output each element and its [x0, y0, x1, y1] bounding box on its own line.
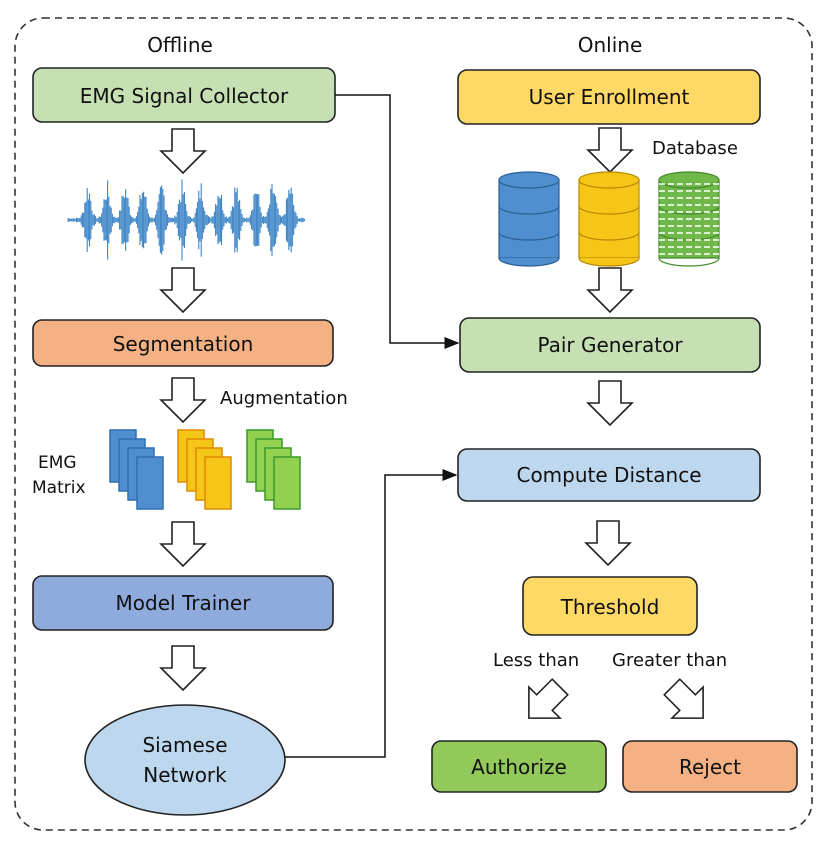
emg-waveform — [67, 179, 305, 261]
database-icons — [498, 171, 720, 267]
svg-text:Authorize: Authorize — [471, 755, 567, 779]
threshold-box: Threshold — [522, 576, 698, 636]
compute-distance-box: Compute Distance — [457, 448, 761, 502]
database-icon — [658, 171, 720, 267]
emg-signal-collector-box: EMG Signal Collector — [32, 67, 336, 123]
emg-matrix-stacks — [109, 429, 301, 510]
emg-matrix-label: Matrix — [32, 478, 86, 498]
greater-than-label: Greater than — [612, 650, 727, 671]
down-left-arrow-icon — [512, 670, 577, 735]
matrix-sheet — [204, 456, 232, 510]
online-label: Online — [578, 33, 643, 57]
emg-matrix-label: EMG — [38, 453, 77, 473]
down-arrow-icon — [587, 127, 633, 173]
collector-to-pair-connector — [335, 94, 460, 349]
augmentation-label: Augmentation — [220, 388, 348, 409]
down-arrow-icon — [585, 520, 631, 566]
database-label: Database — [652, 138, 738, 159]
offline-label: Offline — [147, 33, 213, 57]
user-enrollment-box: User Enrollment — [457, 69, 761, 125]
down-arrow-icon — [160, 128, 206, 174]
svg-text:Threshold: Threshold — [560, 595, 660, 619]
svg-text:User Enrollment: User Enrollment — [529, 85, 690, 109]
svg-text:Compute Distance: Compute Distance — [516, 463, 701, 487]
segmentation-box: Segmentation — [32, 319, 334, 367]
down-arrow-icon — [160, 377, 206, 423]
matrix-sheet — [136, 456, 164, 510]
database-icon — [578, 171, 640, 267]
svg-text:Model Trainer: Model Trainer — [116, 591, 252, 615]
model-trainer-box: Model Trainer — [32, 575, 334, 631]
down-arrow-icon — [160, 645, 206, 691]
svg-text:Segmentation: Segmentation — [113, 332, 254, 356]
authorize-box: Authorize — [431, 740, 607, 793]
less-than-label: Less than — [493, 650, 579, 671]
database-icon — [498, 171, 560, 267]
svg-text:Siamese: Siamese — [142, 733, 227, 757]
emg-authentication-diagram: Offline Online EMG Signal Collector Segm… — [14, 17, 813, 831]
pair-generator-box: Pair Generator — [459, 317, 761, 373]
reject-box: Reject — [622, 740, 798, 793]
matrix-sheet — [273, 456, 301, 510]
down-right-arrow-icon — [655, 670, 720, 735]
svg-text:EMG Signal Collector: EMG Signal Collector — [80, 84, 289, 108]
down-arrow-icon — [160, 267, 206, 313]
down-arrow-icon — [587, 267, 633, 313]
svg-text:Reject: Reject — [679, 755, 741, 779]
svg-text:Pair Generator: Pair Generator — [537, 333, 683, 357]
down-arrow-icon — [587, 380, 633, 426]
siamese-network-node: Siamese Network — [84, 704, 286, 816]
down-arrow-icon — [160, 521, 206, 567]
svg-text:Network: Network — [143, 763, 227, 787]
